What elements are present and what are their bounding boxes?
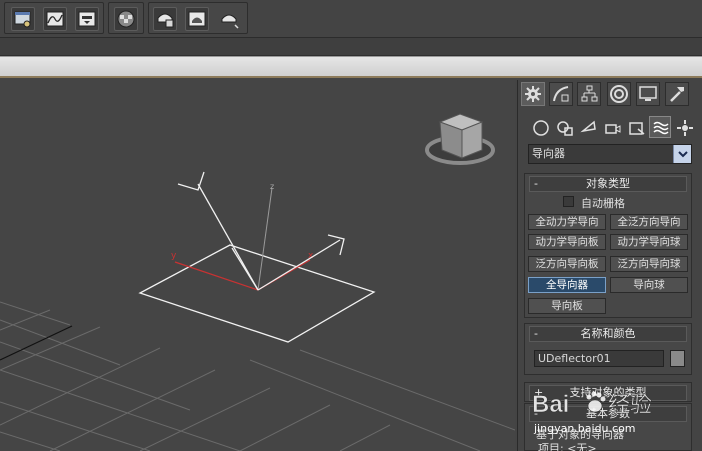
main-toolbar [0,0,702,38]
viewcube[interactable] [425,113,495,165]
toolbar-group-editors [4,2,104,34]
toolbar-group-material [108,2,144,34]
deflector-icon-stem [231,247,259,291]
shapes-icon[interactable] [553,116,575,138]
name-color-title: 名称和颜色 [580,327,636,340]
helpers-icon[interactable] [625,116,647,138]
ground-grid [0,301,515,451]
scene-explorer-icon[interactable] [11,7,35,31]
deflector-arrow-up [197,183,259,291]
pomniflector-button[interactable]: 全动力学导向 [528,214,606,230]
name-color-rollout: - 名称和颜色 [524,323,692,375]
z-axis-line [257,187,273,291]
arrow-head-right [327,234,345,256]
hierarchy-icon[interactable] [577,82,601,106]
sdeflector-button[interactable]: 导向球 [610,277,688,293]
deflector-button[interactable]: 导向板 [528,298,606,314]
omniflector-sphere-button[interactable]: 泛方向导向球 [610,256,688,272]
category-dropdown-value: 导向器 [532,147,565,160]
object-type-title: 对象类型 [586,177,630,190]
chevron-down-icon[interactable] [673,145,691,163]
jingyan-text: 经验 [608,393,652,418]
object-type-rollout-header[interactable]: - 对象类型 [529,176,687,192]
systems-icon[interactable] [673,116,695,138]
toolbar-strip [0,38,702,56]
modify-icon[interactable] [549,82,573,106]
name-color-rollout-header[interactable]: - 名称和颜色 [529,326,687,342]
baidu-brand-text: Bai [532,391,569,418]
viewport-canvas: z y x [0,113,515,451]
curve-editor-icon[interactable] [43,7,67,31]
object-name-field[interactable]: UDeflector01 [534,350,664,367]
category-dropdown[interactable]: 导向器 [528,144,692,164]
space-warps-icon[interactable] [649,116,671,138]
perspective-viewport[interactable]: z y x [0,80,515,451]
render-setup-icon[interactable] [153,7,177,31]
object-color-swatch[interactable] [670,350,685,367]
utilities-icon[interactable] [665,82,689,106]
dope-sheet-icon[interactable] [75,7,99,31]
deflector-arrow-right [257,239,341,291]
create-icon[interactable] [521,82,545,106]
z-axis-label: z [270,182,274,191]
collapse-sign: - [534,177,538,190]
motion-icon[interactable] [607,82,631,106]
autogrid-label: 自动栅格 [581,197,625,210]
geometry-icon[interactable] [529,116,551,138]
collapse-sign: - [534,327,538,340]
cameras-icon[interactable] [601,116,623,138]
baidu-jingyan-watermark: Bai 经验 jingyan.baidu.com [530,382,700,450]
omniflector-plane-button[interactable]: 泛方向导向板 [528,256,606,272]
lights-icon[interactable] [577,116,599,138]
autogrid-checkbox[interactable] [563,196,574,207]
watermark-url: jingyan.baidu.com [534,422,636,435]
y-axis-line [174,261,259,291]
y-axis-label: y [171,251,177,261]
rendered-frame-icon[interactable] [185,7,209,31]
ribbon-strip [0,56,702,78]
paw-icon [586,391,606,413]
material-editor-icon[interactable] [114,7,138,31]
toolbar-group-render [148,2,248,34]
dynaflector-plane-button[interactable]: 动力学导向板 [528,234,606,250]
dynaflector-sphere-button[interactable]: 动力学导向球 [610,234,688,250]
sdynaflector-button[interactable]: 全泛方向导向 [610,214,688,230]
quick-render-icon[interactable] [217,7,241,31]
display-icon[interactable] [636,82,660,106]
udeflector-button[interactable]: 全导向器 [528,277,606,293]
